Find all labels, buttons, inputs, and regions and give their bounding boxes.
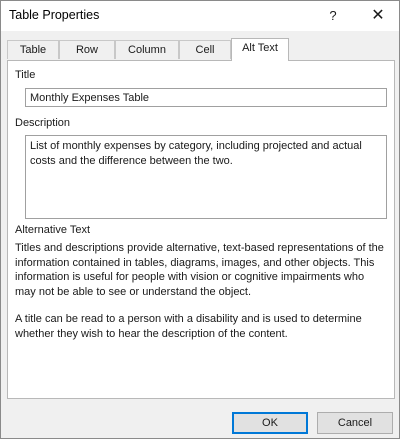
alt-text-help-paragraph-1: Titles and descriptions provide alternat… <box>15 242 384 298</box>
description-label: Description <box>15 117 71 129</box>
help-button[interactable]: ? <box>320 4 346 28</box>
ok-button[interactable]: OK <box>232 412 308 434</box>
close-icon[interactable]: ✕ <box>365 4 391 28</box>
tab-cell[interactable]: Cell <box>179 40 231 59</box>
alt-text-panel: Title Description List of monthly expens… <box>7 60 395 399</box>
title-input[interactable] <box>25 88 387 107</box>
dialog-title: Table Properties <box>9 8 100 22</box>
description-textarea[interactable]: List of monthly expenses by category, in… <box>25 135 387 219</box>
cancel-button[interactable]: Cancel <box>317 412 393 434</box>
tab-column[interactable]: Column <box>115 40 179 59</box>
table-properties-dialog: Table Properties ? ✕ Table Row Column Ce… <box>0 0 400 439</box>
tab-strip: Table Row Column Cell Alt Text <box>7 38 395 61</box>
tab-table[interactable]: Table <box>7 40 59 59</box>
title-label: Title <box>15 69 36 81</box>
alternative-text-heading: Alternative Text <box>15 224 91 236</box>
tab-alt-text[interactable]: Alt Text <box>231 38 289 61</box>
title-bar[interactable]: Table Properties ? ✕ <box>1 1 399 31</box>
alt-text-help-paragraph-2: A title can be read to a person with a d… <box>15 313 362 340</box>
tab-row[interactable]: Row <box>59 40 115 59</box>
